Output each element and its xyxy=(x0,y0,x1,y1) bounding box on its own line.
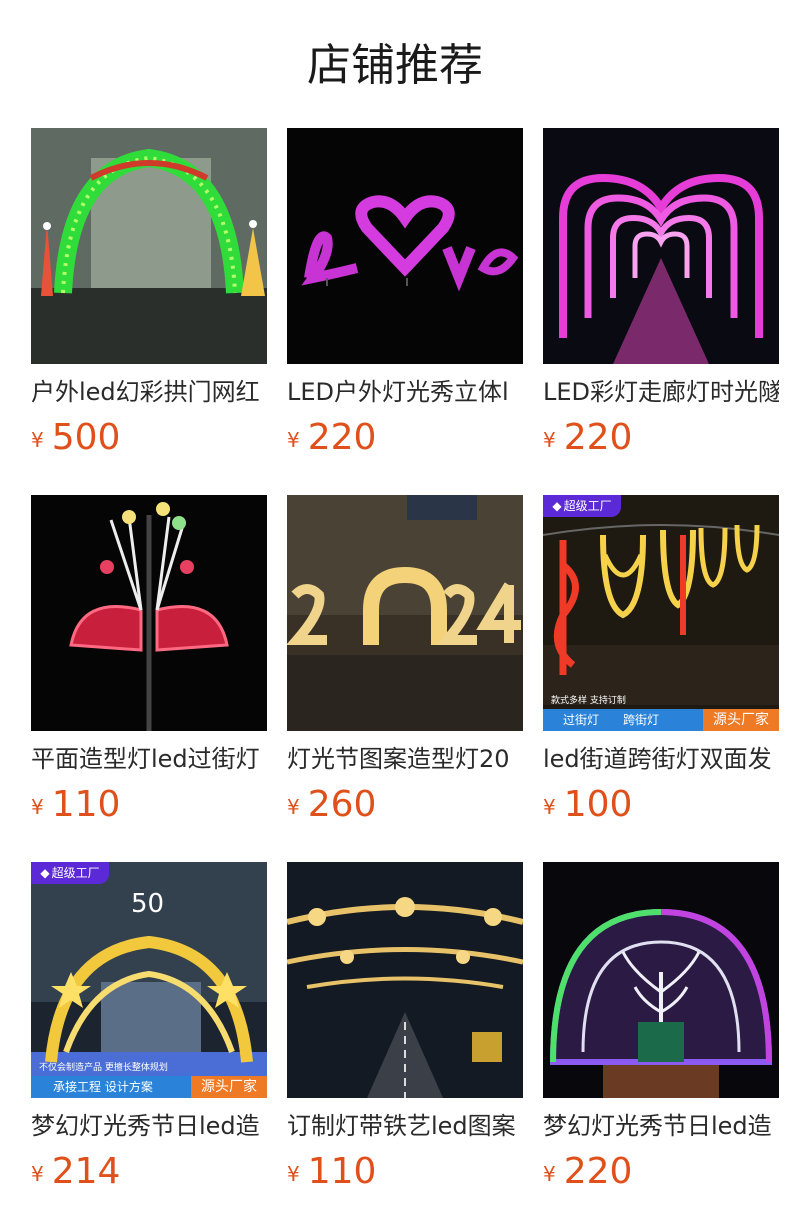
section-title: 店铺推荐 xyxy=(307,40,483,91)
product-image-love-letters-sculpture[interactable] xyxy=(287,128,523,364)
product-image-pole-fan-star-motif[interactable] xyxy=(31,495,267,731)
product-card[interactable]: 梦幻灯光秀节日led造 ¥220 xyxy=(543,862,779,1192)
overlay-tag-bar: 过街灯 跨街灯 源头厂家 xyxy=(543,709,779,731)
product-image-2024-number-sculpture[interactable] xyxy=(287,495,523,731)
overlay-tag: 跨街灯 xyxy=(623,713,660,727)
price-amount: 220 xyxy=(307,417,377,458)
price-amount: 220 xyxy=(563,417,633,458)
currency-symbol: ¥ xyxy=(31,428,44,452)
product-name[interactable]: 梦幻灯光秀节日led造 xyxy=(31,1110,267,1142)
product-card[interactable]: 户外led幻彩拱门网红 ¥500 xyxy=(31,128,267,458)
product-image-street-cross-lights[interactable]: ◆ 超级工厂 款式多样 支持订制 过街灯 跨街灯 源头厂家 xyxy=(543,495,779,731)
currency-symbol: ¥ xyxy=(31,1162,44,1186)
product-price: ¥220 xyxy=(287,416,376,466)
price-amount: 100 xyxy=(563,784,633,825)
product-name[interactable]: 订制灯带铁艺led图案 xyxy=(287,1110,523,1142)
product-name[interactable]: 户外led幻彩拱门网红 xyxy=(31,376,267,408)
product-image-heart-tunnel-corridor[interactable] xyxy=(543,128,779,364)
product-card[interactable]: 50 ◆ 超级工厂 不仅会制造产品 更擅长整体规划 承接工程 设计方案 源头厂家 … xyxy=(31,862,267,1192)
product-price: ¥220 xyxy=(543,416,632,466)
price-amount: 110 xyxy=(307,1151,377,1192)
product-name[interactable]: LED彩灯走廊灯时光隧 xyxy=(543,376,779,408)
currency-symbol: ¥ xyxy=(31,795,44,819)
diamond-icon: ◆ xyxy=(40,866,50,880)
factory-badge: ◆ 超级工厂 xyxy=(543,495,621,517)
product-price: ¥260 xyxy=(287,783,376,833)
diamond-icon: ◆ xyxy=(552,499,562,513)
product-name[interactable]: 平面造型灯led过街灯 xyxy=(31,743,267,775)
overlay-tag-highlight: 源头厂家 xyxy=(191,1076,267,1098)
product-price: ¥500 xyxy=(31,416,120,466)
price-amount: 260 xyxy=(307,784,377,825)
product-card[interactable]: 订制灯带铁艺led图案 ¥110 xyxy=(287,862,523,1192)
product-name[interactable]: 梦幻灯光秀节日led造 xyxy=(543,1110,779,1142)
product-price: ¥214 xyxy=(31,1150,120,1200)
product-name[interactable]: 灯光节图案造型灯20 xyxy=(287,743,523,775)
currency-symbol: ¥ xyxy=(543,428,556,452)
product-price: ¥100 xyxy=(543,783,632,833)
product-price: ¥220 xyxy=(543,1150,632,1200)
product-card[interactable]: 灯光节图案造型灯20 ¥260 xyxy=(287,495,523,825)
currency-symbol: ¥ xyxy=(287,428,300,452)
product-card[interactable]: LED户外灯光秀立体l ¥220 xyxy=(287,128,523,458)
svg-text:50: 50 xyxy=(131,889,164,919)
price-amount: 214 xyxy=(51,1151,121,1192)
product-image-street-snowflake-garlands[interactable] xyxy=(287,862,523,1098)
badge-label: 超级工厂 xyxy=(563,499,612,513)
currency-symbol: ¥ xyxy=(543,795,556,819)
product-card[interactable]: 平面造型灯led过街灯 ¥110 xyxy=(31,495,267,825)
overlay-caption: 不仅会制造产品 更擅长整体规划 xyxy=(39,1063,168,1073)
product-image-green-christmas-arch[interactable] xyxy=(31,128,267,364)
overlay-tag: 承接工程 设计方案 xyxy=(53,1080,153,1094)
price-amount: 220 xyxy=(563,1151,633,1192)
overlay-tag-bar: 承接工程 设计方案 源头厂家 xyxy=(31,1076,267,1098)
overlay-tag-highlight: 源头厂家 xyxy=(703,709,779,731)
product-price: ¥110 xyxy=(31,783,120,833)
price-amount: 110 xyxy=(51,784,121,825)
badge-label: 超级工厂 xyxy=(51,866,100,880)
product-card[interactable]: LED彩灯走廊灯时光隧 ¥220 xyxy=(543,128,779,458)
currency-symbol: ¥ xyxy=(543,1162,556,1186)
product-price: ¥110 xyxy=(287,1150,376,1200)
currency-symbol: ¥ xyxy=(287,795,300,819)
product-card[interactable]: ◆ 超级工厂 款式多样 支持订制 过街灯 跨街灯 源头厂家 led街道跨街灯双面发… xyxy=(543,495,779,825)
product-name[interactable]: LED户外灯光秀立体l xyxy=(287,376,523,408)
currency-symbol: ¥ xyxy=(287,1162,300,1186)
overlay-caption: 款式多样 支持订制 xyxy=(551,696,626,706)
price-amount: 500 xyxy=(51,417,121,458)
product-image-golden-ribbon-arch[interactable]: 50 ◆ 超级工厂 不仅会制造产品 更擅长整体规划 承接工程 设计方案 源头厂家 xyxy=(31,862,267,1098)
factory-badge: ◆ 超级工厂 xyxy=(31,862,109,884)
product-image-dome-tree-tunnel[interactable] xyxy=(543,862,779,1098)
product-name[interactable]: led街道跨街灯双面发 xyxy=(543,743,779,775)
overlay-tag: 过街灯 xyxy=(563,713,600,727)
